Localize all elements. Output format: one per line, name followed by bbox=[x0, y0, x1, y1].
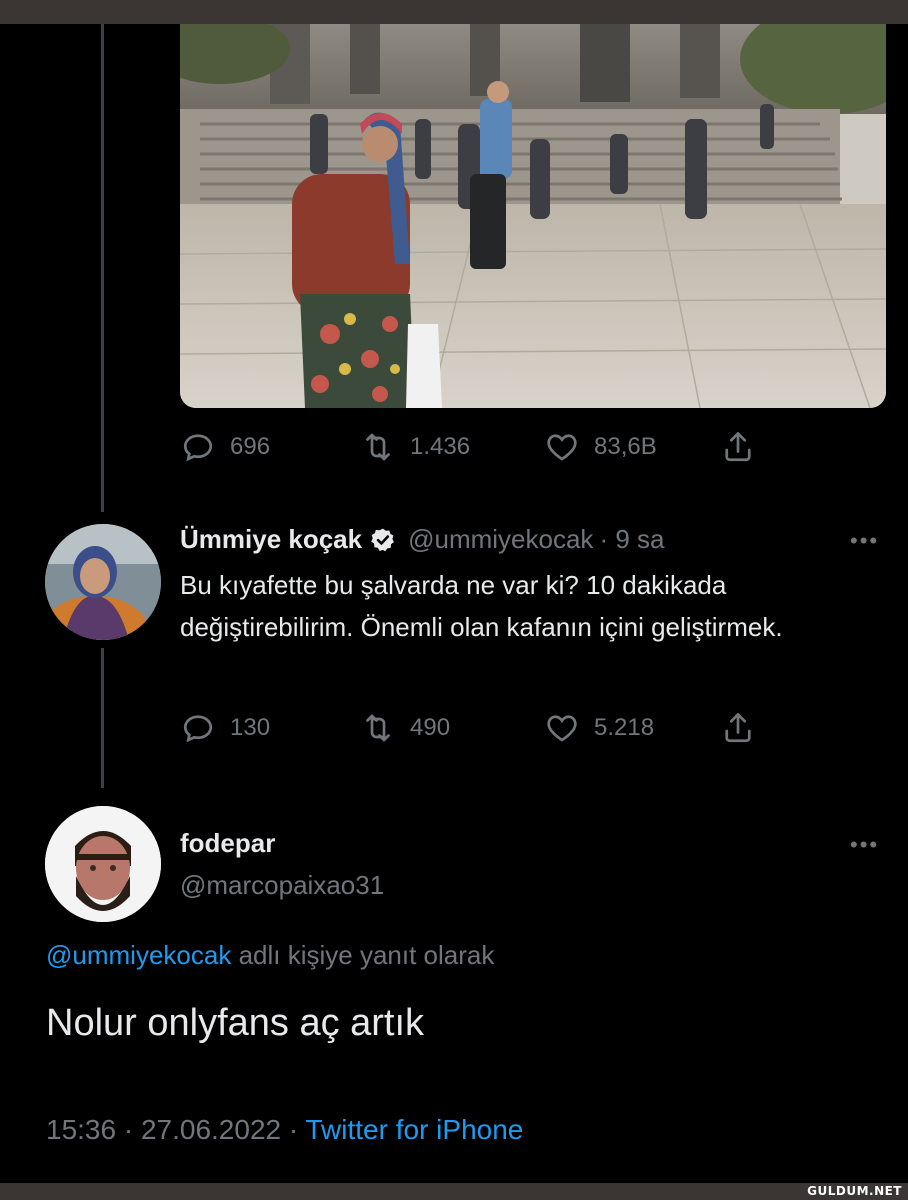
replying-to-mention[interactable]: @ummiyekocak bbox=[46, 940, 231, 970]
main-tweet-name: fodepar bbox=[180, 828, 275, 859]
retweet-action[interactable]: 490 bbox=[360, 708, 450, 748]
avatar-fodepar[interactable] bbox=[45, 806, 161, 922]
replying-to-line: @ummiyekocak adlı kişiye yanıt olarak bbox=[46, 940, 494, 971]
reply-count: 130 bbox=[230, 714, 271, 741]
main-tweet-handle-line: @marcopaixao31 bbox=[180, 870, 384, 901]
thread-line-top bbox=[101, 24, 104, 512]
reply-icon bbox=[183, 715, 213, 743]
verified-badge-icon bbox=[371, 528, 394, 551]
retweet-count: 1.436 bbox=[410, 433, 471, 460]
reply-tweet-text: Bu kıyafette bu şalvarda ne var ki? 10 d… bbox=[180, 570, 783, 642]
more-options-icon[interactable]: ••• bbox=[850, 832, 879, 858]
share-icon bbox=[725, 713, 751, 743]
share-action[interactable] bbox=[720, 708, 756, 748]
tweet-media-photo[interactable] bbox=[180, 24, 886, 408]
thread-line-middle bbox=[101, 648, 104, 788]
more-options-icon[interactable]: ••• bbox=[850, 528, 879, 554]
quoted-tweet-actions: 696 1.436 83,6B bbox=[180, 427, 780, 467]
heart-icon bbox=[547, 434, 577, 461]
avatar-ummiye[interactable] bbox=[45, 524, 161, 640]
avatar-ummiye-illustration bbox=[45, 524, 161, 640]
reply-handle[interactable]: @ummiyekocak bbox=[408, 524, 593, 555]
reply-action[interactable]: 696 bbox=[180, 427, 270, 467]
reply-tweet-actions: 130 490 5.218 bbox=[180, 708, 780, 748]
photo-illustration bbox=[180, 24, 886, 408]
reply-count: 696 bbox=[230, 433, 271, 460]
reply-tweet-header: Ümmiye koçak @ummiyekocak · 9 sa bbox=[180, 524, 664, 555]
main-display-name[interactable]: fodepar bbox=[180, 828, 275, 859]
share-icon bbox=[725, 432, 751, 462]
retweet-icon bbox=[366, 714, 390, 742]
like-action[interactable]: 5.218 bbox=[544, 708, 654, 748]
retweet-icon bbox=[366, 433, 390, 461]
tweet-timestamp[interactable]: 15:36 · 27.06.2022 · bbox=[46, 1114, 298, 1145]
tweet-source-link[interactable]: Twitter for iPhone bbox=[305, 1114, 523, 1145]
main-handle[interactable]: @marcopaixao31 bbox=[180, 870, 384, 901]
watermark-text: GULDUM.NET bbox=[807, 1184, 902, 1198]
like-count: 5.218 bbox=[594, 714, 655, 741]
tweet-meta-line: 15:36 · 27.06.2022 · Twitter for iPhone bbox=[46, 1114, 523, 1146]
reply-display-name[interactable]: Ümmiye koçak bbox=[180, 524, 362, 555]
main-tweet-text: Nolur onlyfans aç artık bbox=[46, 1002, 425, 1044]
bottom-frame-bar bbox=[0, 1183, 908, 1200]
like-action[interactable]: 83,6B bbox=[544, 427, 657, 467]
reply-icon bbox=[183, 434, 213, 462]
heart-icon bbox=[547, 715, 577, 742]
retweet-count: 490 bbox=[410, 714, 451, 741]
reply-action[interactable]: 130 bbox=[180, 708, 270, 748]
top-frame-bar bbox=[0, 0, 908, 24]
like-count: 83,6B bbox=[594, 433, 657, 460]
retweet-action[interactable]: 1.436 bbox=[360, 427, 470, 467]
avatar-fodepar-illustration bbox=[45, 806, 161, 922]
reply-time[interactable]: · 9 sa bbox=[599, 524, 664, 555]
replying-to-label: adlı kişiye yanıt olarak bbox=[238, 940, 495, 970]
share-action[interactable] bbox=[720, 427, 756, 467]
